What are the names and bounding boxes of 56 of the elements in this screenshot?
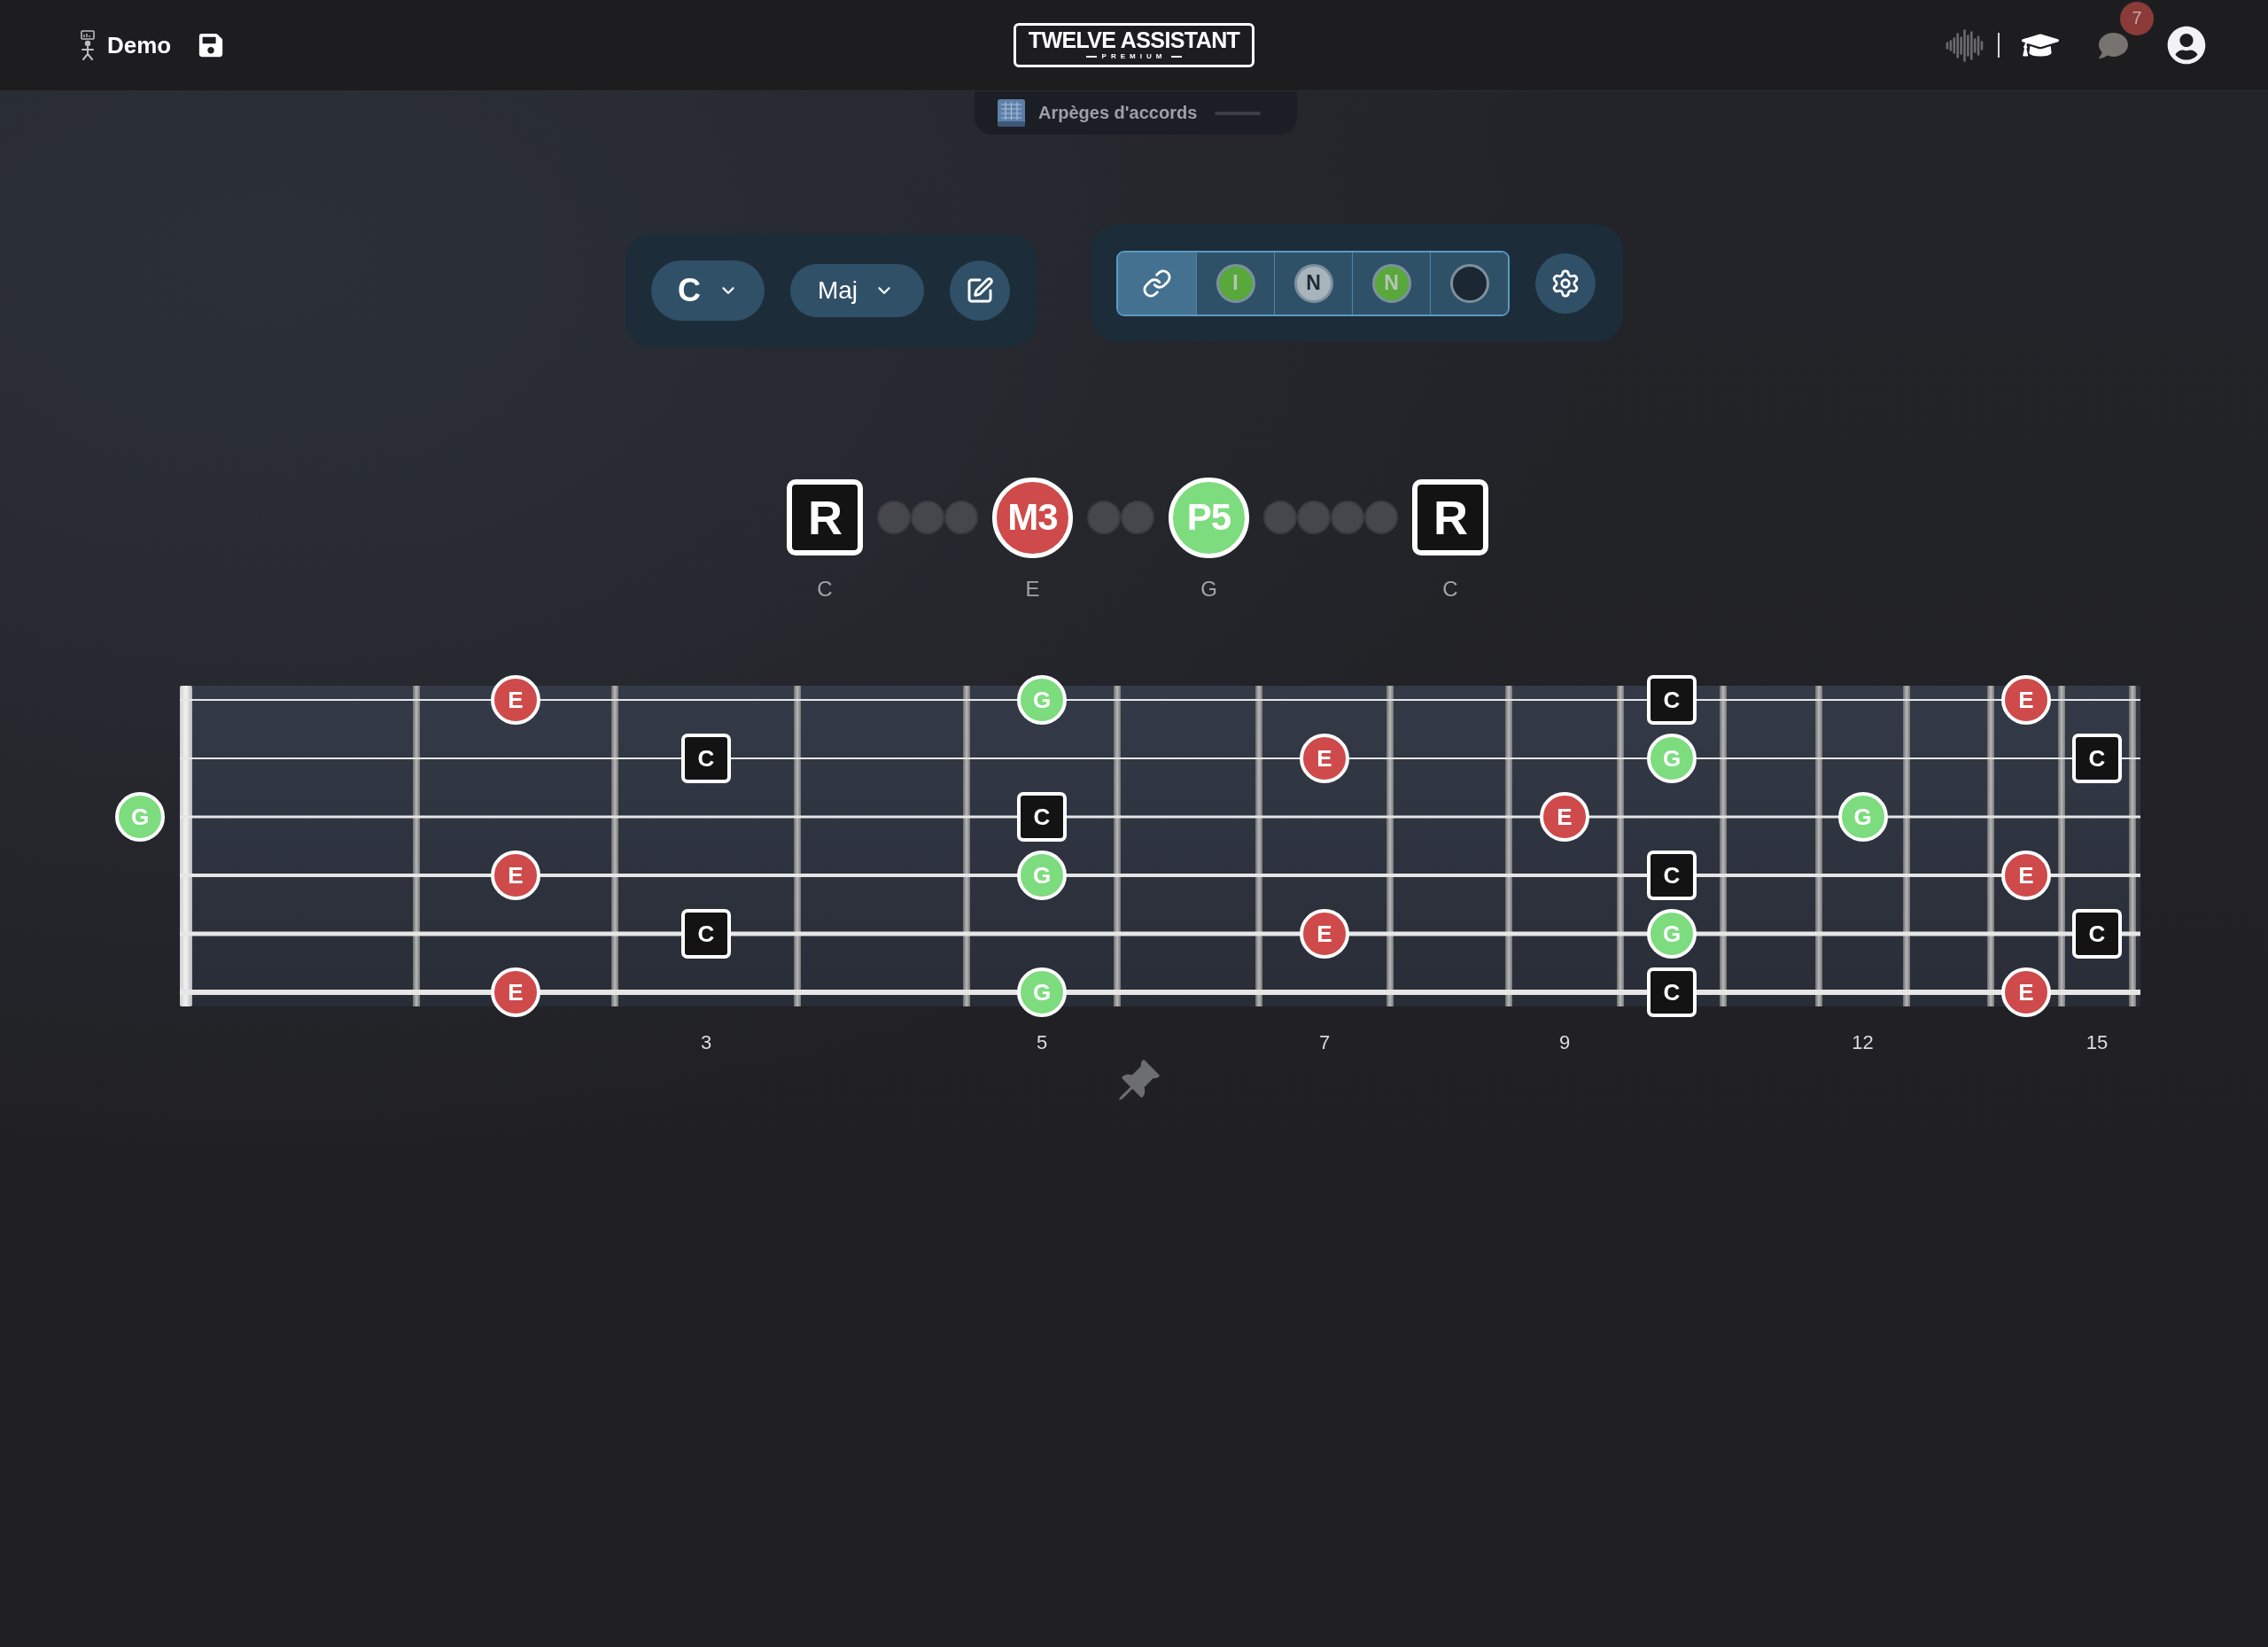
dot-icon (877, 501, 911, 534)
root-interval-badge: R (787, 479, 863, 555)
fret-number: 12 (1852, 1030, 1874, 1055)
fret-number: 15 (2085, 1030, 2109, 1055)
root-note-marker: C (2072, 909, 2122, 959)
root-note-marker: C (1017, 792, 1067, 842)
interval-badge: M3 (992, 477, 1073, 558)
note-label: G (1200, 577, 1217, 602)
note-marker: G (115, 792, 165, 842)
root-note-marker: C (2072, 734, 2122, 783)
dot-icon (1331, 501, 1364, 534)
quality-dropdown[interactable]: Maj (789, 264, 925, 317)
notification-badge: 7 (2120, 1, 2154, 35)
root-note-marker: C (1647, 967, 1697, 1017)
save-icon[interactable] (198, 32, 225, 58)
note-label: C (1442, 577, 1458, 602)
dot-icon (1087, 501, 1121, 534)
user-avatar-icon[interactable] (2167, 26, 2206, 65)
fret-number: 7 (1318, 1030, 1331, 1055)
fret-number: 5 (1036, 1030, 1048, 1055)
root-note-marker: C (1647, 675, 1697, 725)
waveform-icon[interactable] (1946, 28, 1984, 62)
project-name: Demo (107, 31, 172, 59)
dot-icon (1263, 501, 1297, 534)
link-icon (1142, 268, 1173, 299)
mode-badge: N (1371, 263, 1411, 303)
note-marker: E (2001, 675, 2051, 725)
mode-toggle[interactable] (1430, 252, 1509, 315)
grid-icon (998, 99, 1025, 127)
mode-title: Arpèges d'accords (1038, 103, 1198, 123)
dot-icon (911, 501, 944, 534)
logo-title: TWELVE ASSISTANT (1028, 29, 1240, 51)
fret-number: 9 (1558, 1030, 1571, 1055)
mode-badge: N (1293, 263, 1333, 303)
dot-icon (1121, 501, 1154, 534)
root-dropdown[interactable]: C (650, 260, 765, 321)
presenter-icon (78, 30, 97, 60)
root-interval-badge: R (1412, 479, 1488, 555)
note-label: C (817, 577, 833, 602)
mode-badge: I (1216, 263, 1255, 303)
dash-icon (1215, 111, 1262, 115)
mode-toggle[interactable] (1118, 252, 1197, 315)
chat-icon[interactable] (2099, 30, 2128, 60)
interval-badge: P5 (1169, 477, 1249, 558)
logo-subtitle: PREMIUM (1085, 51, 1183, 61)
edit-icon (966, 276, 995, 305)
note-marker: E (491, 675, 540, 725)
root-note-marker: C (681, 909, 731, 959)
root-note-marker: C (681, 734, 731, 783)
dot-icon (1364, 501, 1398, 534)
dot-icon (944, 501, 978, 534)
dot-icon (1297, 501, 1331, 534)
root-note-marker: C (1647, 851, 1697, 900)
note-marker: G (1017, 675, 1067, 725)
fret-number: 3 (700, 1030, 712, 1055)
note-label: E (1025, 577, 1040, 602)
